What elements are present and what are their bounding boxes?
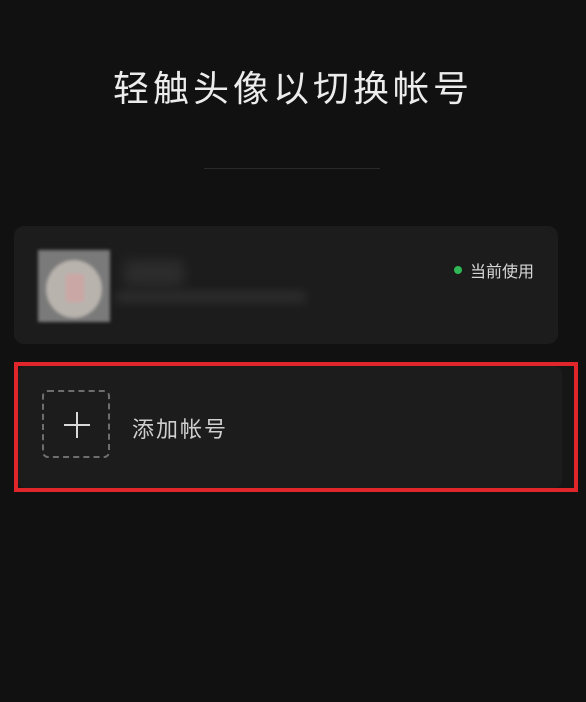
avatar[interactable] [38,250,110,322]
status-label: 当前使用 [469,262,534,281]
account-switcher-screen: 轻触头像以切换帐号 当前使用 添加帐号 [0,0,586,702]
blurred-account-name [124,260,184,286]
current-account-card[interactable]: 当前使用 [14,226,558,344]
plus-vertical-bar [76,412,78,438]
status-badge: 当前使用 [453,258,534,282]
add-account-highlight-frame: 添加帐号 [14,362,578,492]
page-title: 轻触头像以切换帐号 [112,69,473,110]
divider [204,168,380,169]
avatar-face [46,260,102,318]
add-account-label: 添加帐号 [132,418,229,443]
add-account-button[interactable]: 添加帐号 [18,366,562,488]
blurred-account-id [116,292,306,302]
status-dot-icon [453,266,462,274]
plus-icon[interactable] [42,390,110,458]
